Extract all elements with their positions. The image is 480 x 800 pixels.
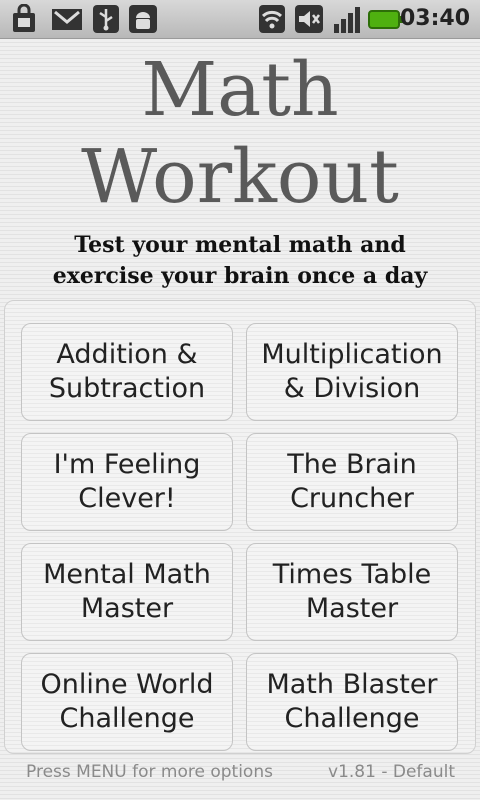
button-label-line1: Addition & [56,339,198,370]
status-bar: 03:40 [0,0,480,39]
subtitle-line2: exercise your brain once a day [52,263,428,289]
button-label-line2: Cruncher [290,483,414,514]
button-label-line1: Times Table [272,559,432,590]
button-label-line1: Math Blaster [266,669,438,700]
button-label-line1: I'm Feeling [53,449,201,480]
button-label-line1: The Brain [287,449,417,480]
footer-hint: Press MENU for more options [26,762,273,782]
addition-subtraction-button[interactable]: Addition & Subtraction [21,323,233,421]
multiplication-division-button[interactable]: Multiplication & Division [246,323,458,421]
mental-math-master-button[interactable]: Mental Math Master [21,543,233,641]
status-time: 03:40 [399,6,470,31]
app-title-line1: Math [141,47,339,133]
button-label-line2: Challenge [59,703,195,734]
button-label-line1: Multiplication [261,339,443,370]
app-title-line2: Workout [81,134,399,220]
feeling-clever-button[interactable]: I'm Feeling Clever! [21,433,233,531]
version-label: v1.81 - Default [328,762,455,782]
button-label-line2: & Division [283,373,421,404]
usb-icon [93,5,119,33]
button-label-line1: Online World [40,669,214,700]
mute-icon [295,5,323,33]
button-label-line2: Subtraction [48,373,206,404]
button-label-line1: Mental Math [43,559,211,590]
signal-icon [334,7,360,33]
times-table-master-button[interactable]: Times Table Master [246,543,458,641]
button-label-line2: Master [305,593,399,624]
wifi-icon [259,5,285,33]
online-world-challenge-button[interactable]: Online World Challenge [21,653,233,751]
battery-icon [368,10,403,29]
gmail-icon [52,9,82,30]
subtitle-line1: Test your mental math and [74,232,406,258]
math-blaster-challenge-button[interactable]: Math Blaster Challenge [246,653,458,751]
android-debug-icon [129,5,157,33]
button-label-line2: Challenge [284,703,420,734]
button-label-line2: Clever! [78,483,176,514]
shopping-bag-icon [13,4,35,32]
brain-cruncher-button[interactable]: The Brain Cruncher [246,433,458,531]
button-label-line2: Master [80,593,174,624]
